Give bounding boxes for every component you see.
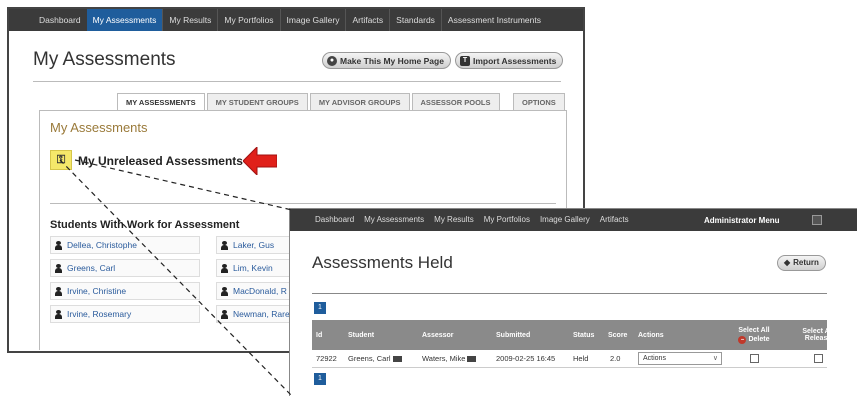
student-name: MacDonald, R — [233, 286, 287, 296]
page-number-bottom[interactable]: 1 — [314, 373, 326, 385]
col-id: Id — [316, 331, 323, 339]
delete-icon: – — [738, 335, 747, 344]
col-status: Status — [573, 331, 595, 339]
cell-submitted: 2009-02-25 16:45 — [496, 354, 556, 363]
nav-my-assessments[interactable]: My Assessments — [86, 9, 163, 31]
divider — [33, 81, 561, 82]
admin-menu[interactable]: Administrator Menu — [704, 216, 780, 225]
actions-select-value: Actions — [643, 355, 666, 362]
release-label: Release — [804, 335, 832, 342]
home-icon: ● — [327, 55, 337, 66]
col-select-all-delete[interactable]: Select All – Delete — [724, 320, 784, 350]
red-arrow-icon — [243, 147, 277, 175]
student-name: Greens, Carl — [348, 354, 391, 363]
nav-dashboard[interactable]: Dashboard — [310, 209, 359, 231]
cell-assessor[interactable]: Waters, Mike — [422, 350, 477, 368]
nav-dashboard[interactable]: Dashboard — [33, 9, 87, 31]
person-icon — [55, 286, 62, 296]
panel-title: My Assessments — [50, 120, 148, 135]
delete-label: Delete — [748, 336, 770, 343]
assessment-tabs: MY ASSESSMENTS MY STUDENT GROUPS MY ADVI… — [117, 93, 565, 111]
person-icon — [221, 286, 228, 296]
col-assessor: Assessor — [422, 331, 454, 339]
actions-select[interactable]: Actions ∨ — [638, 352, 722, 365]
col-select-all-release[interactable]: Select All Release — [788, 320, 848, 350]
mail-icon[interactable] — [392, 356, 402, 363]
student-name: Dellea, Christophe — [67, 240, 137, 250]
person-icon — [221, 309, 228, 319]
student-link[interactable]: Irvine, Rosemary — [50, 305, 200, 323]
select-all-delete-label: Select All — [738, 326, 770, 334]
nav-my-portfolios[interactable]: My Portfolios — [479, 209, 535, 231]
tab-my-student-groups[interactable]: MY STUDENT GROUPS — [206, 93, 308, 110]
student-name: Lim, Kevin — [233, 263, 273, 273]
student-name: Irvine, Christine — [67, 286, 127, 296]
nav-my-results[interactable]: My Results — [162, 9, 217, 31]
tab-options[interactable]: OPTIONS — [513, 93, 565, 110]
col-student: Student — [348, 331, 375, 339]
nav-artifacts[interactable]: Artifacts — [345, 9, 389, 31]
make-home-page-label: Make This My Home Page — [340, 55, 444, 66]
nav-image-gallery[interactable]: Image Gallery — [535, 209, 595, 231]
person-icon — [55, 309, 62, 319]
cell-status: Held — [573, 354, 589, 363]
table-row: 72922 Greens, Carl Waters, Mike 2009-02-… — [312, 350, 827, 368]
page-number-top[interactable]: 1 — [314, 302, 326, 314]
student-name: Laker, Gus — [233, 240, 275, 250]
col-submitted: Submitted — [496, 331, 531, 339]
return-button[interactable]: ◆ Return — [777, 255, 826, 271]
cell-student[interactable]: Greens, Carl — [348, 350, 402, 368]
release-checkbox[interactable] — [814, 354, 823, 363]
col-score: Score — [608, 331, 628, 339]
delete-checkbox[interactable] — [750, 354, 759, 363]
nav-artifacts[interactable]: Artifacts — [595, 209, 634, 231]
person-icon — [55, 240, 62, 250]
student-name: Irvine, Rosemary — [67, 309, 132, 319]
unreleased-assessments-link[interactable]: My Unreleased Assessments — [78, 154, 243, 168]
divider — [50, 203, 556, 204]
person-icon — [221, 240, 228, 250]
nav-image-gallery[interactable]: Image Gallery — [279, 9, 346, 31]
admin-menu-dropdown-icon[interactable] — [812, 215, 822, 225]
student-name: Greens, Carl — [67, 263, 116, 273]
nav-my-portfolios[interactable]: My Portfolios — [217, 9, 279, 31]
cell-id: 72922 — [316, 354, 337, 363]
table-header: Id Student Assessor Submitted Status Sco… — [312, 320, 834, 350]
person-icon — [221, 263, 228, 273]
nav-assessment-instruments[interactable]: Assessment Instruments — [440, 9, 547, 31]
tab-assessor-pools[interactable]: ASSESSOR POOLS — [411, 93, 500, 110]
select-all-release-label: Select All — [802, 328, 834, 335]
return-label: Return — [793, 258, 819, 267]
import-assessments-label: Import Assessments — [473, 55, 557, 66]
chevron-down-icon: ∨ — [712, 355, 718, 362]
students-heading: Students With Work for Assessment — [50, 219, 240, 231]
col-actions: Actions — [638, 331, 664, 339]
nav-standards[interactable]: Standards — [389, 9, 441, 31]
nav-my-results[interactable]: My Results — [429, 209, 479, 231]
tab-my-assessments[interactable]: MY ASSESSMENTS — [117, 93, 205, 111]
nav-my-assessments[interactable]: My Assessments — [359, 209, 429, 231]
back-arrow-icon: ◆ — [784, 258, 791, 267]
tab-my-advisor-groups[interactable]: MY ADVISOR GROUPS — [309, 93, 410, 110]
lock-key-icon[interactable]: ⚿ — [50, 150, 72, 170]
import-assessments-button[interactable]: T Import Assessments — [455, 52, 564, 69]
mail-icon[interactable] — [467, 356, 477, 363]
page-title: Assessments Held — [312, 253, 453, 272]
person-icon — [55, 263, 62, 273]
import-icon: T — [460, 55, 470, 66]
student-link[interactable]: Irvine, Christine — [50, 282, 200, 300]
page-title: My Assessments — [33, 49, 176, 70]
make-home-page-button[interactable]: ● Make This My Home Page — [322, 52, 451, 69]
student-name: Newman, Rare — [233, 309, 290, 319]
divider — [312, 293, 827, 294]
student-link[interactable]: Dellea, Christophe — [50, 236, 200, 254]
main-nav: Dashboard My Assessments My Results My P… — [290, 209, 857, 231]
assessments-held-window: Dashboard My Assessments My Results My P… — [289, 208, 857, 396]
assessor-name: Waters, Mike — [422, 354, 466, 363]
student-link[interactable]: Greens, Carl — [50, 259, 200, 277]
main-nav: Dashboard My Assessments My Results My P… — [9, 9, 583, 31]
cell-score: 2.0 — [610, 354, 621, 363]
